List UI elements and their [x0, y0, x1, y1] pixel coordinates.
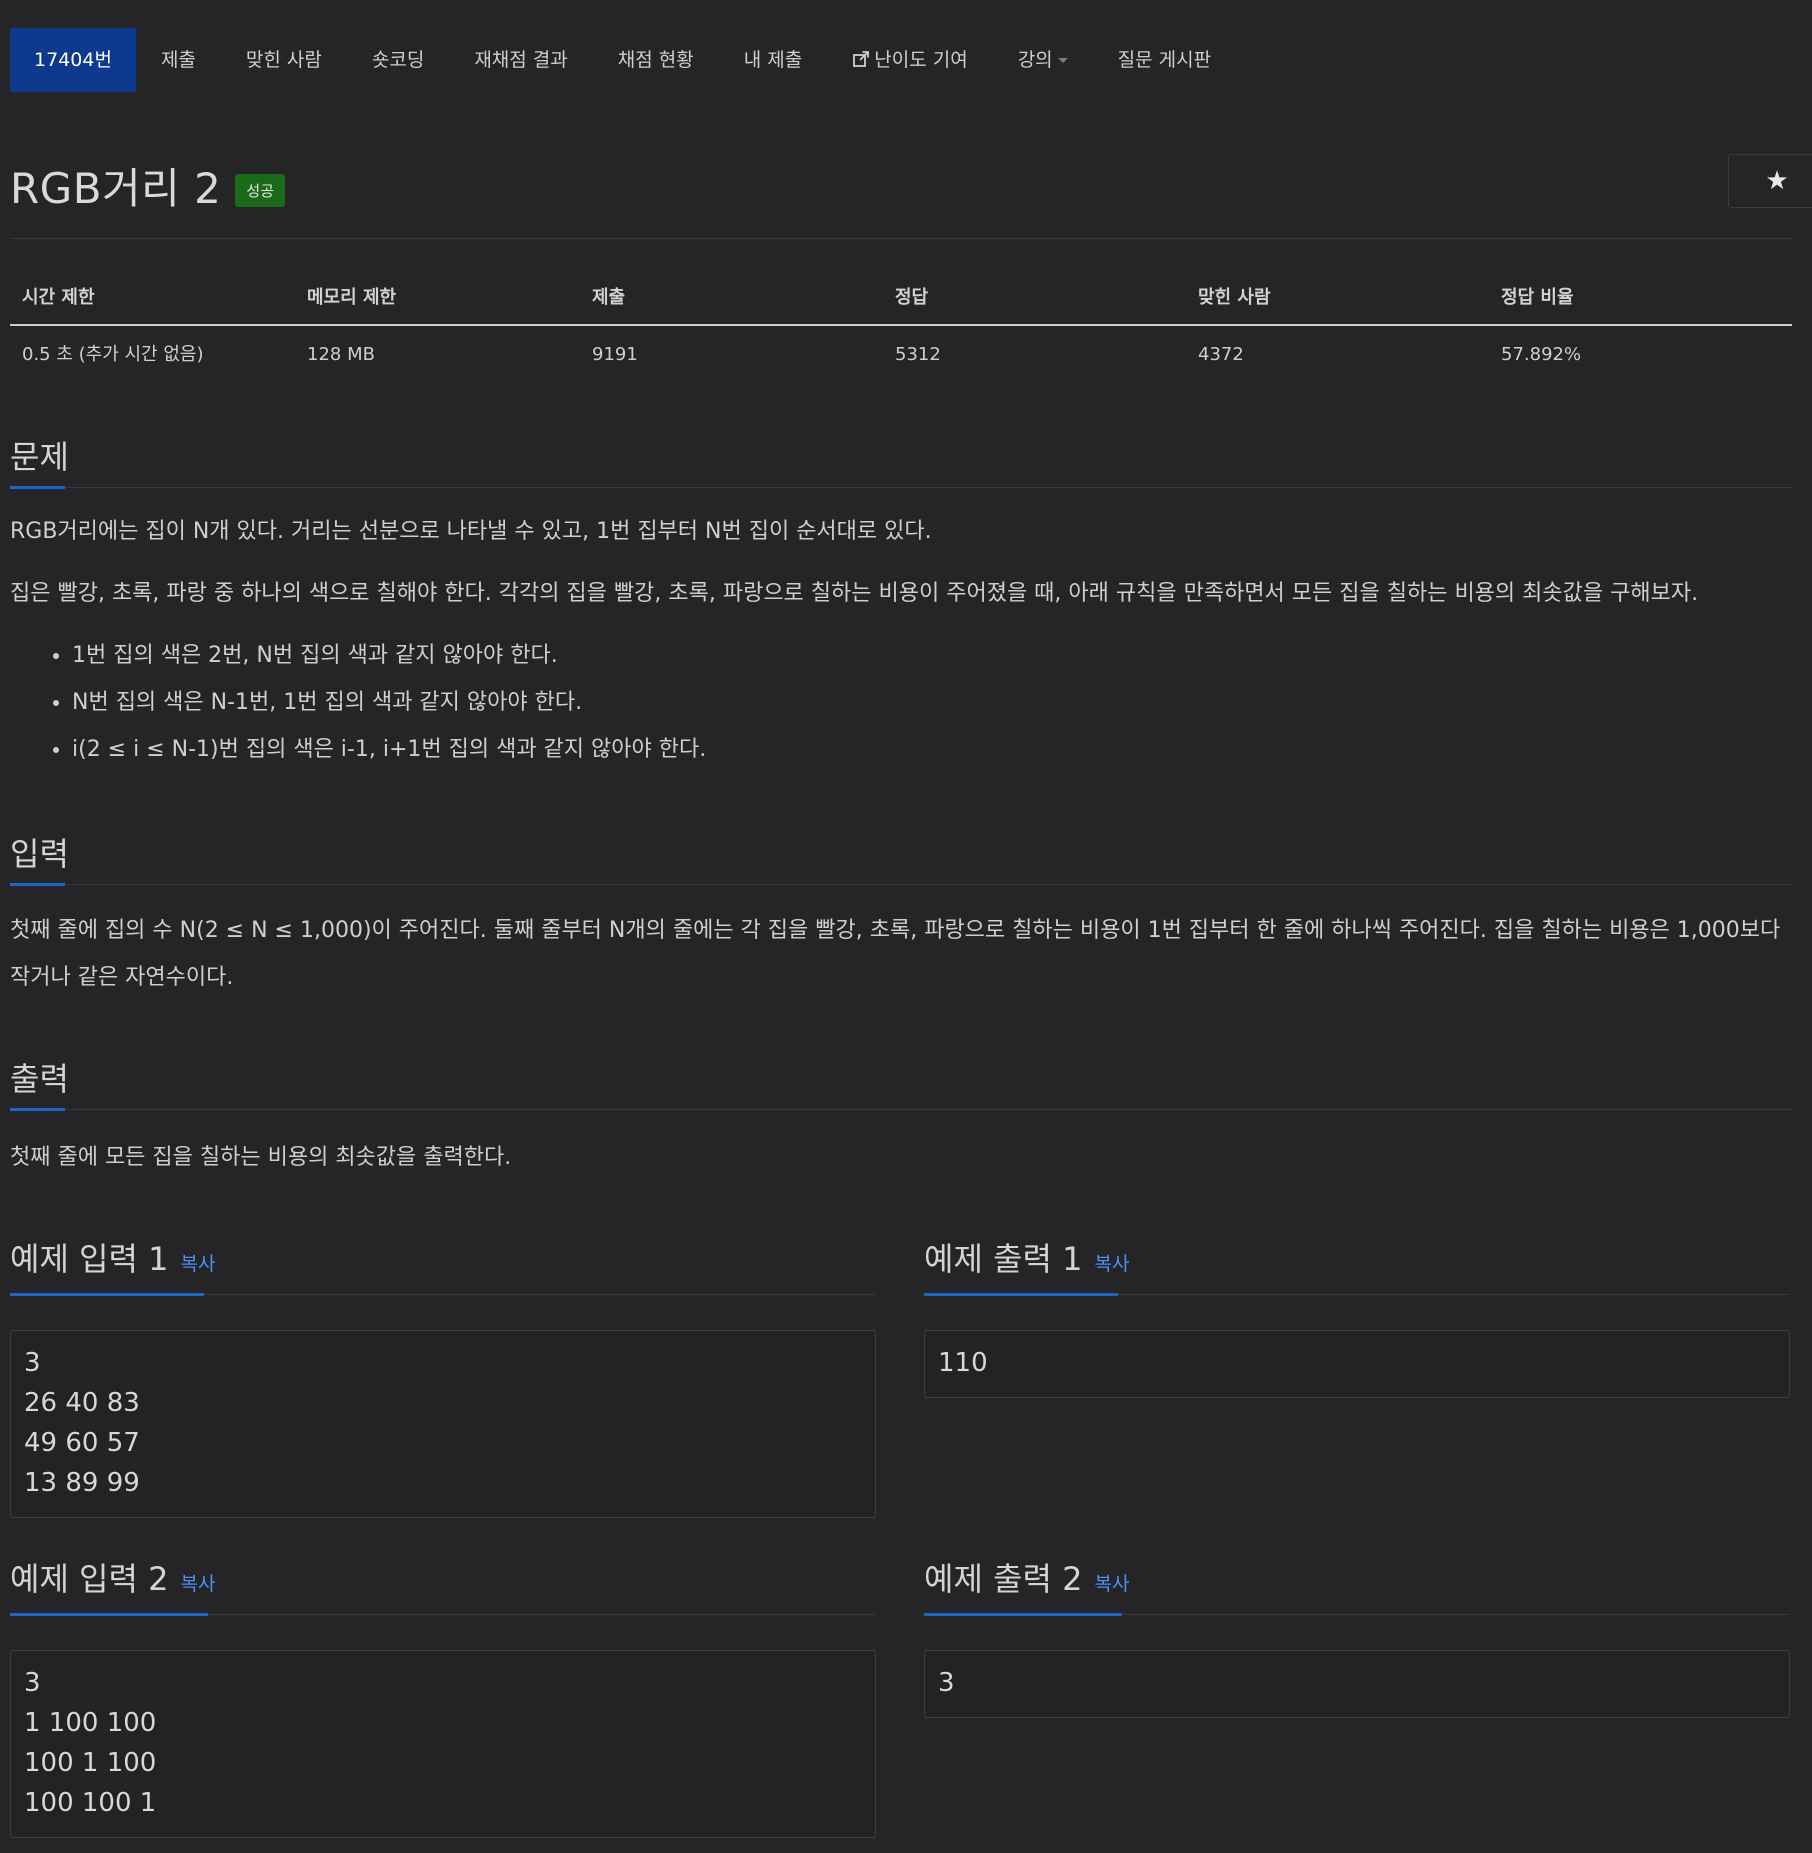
sample-line: 100 1 100	[24, 1748, 157, 1778]
problem-paragraph-1: RGB거리에는 집이 N개 있다. 거리는 선분으로 나타낼 수 있고, 1번 …	[10, 519, 932, 544]
header-accept-ratio: 정답 비율	[1501, 287, 1574, 308]
sample-input-2-box: 3 1 100 100 100 1 100 100 100 1	[10, 1650, 876, 1838]
sample-input-1-box: 3 26 40 83 49 60 57 13 89 99	[10, 1330, 876, 1518]
value-submissions: 9191	[592, 344, 638, 365]
input-description: 첫째 줄에 집의 수 N(2 ≤ N ≤ 1,000)이 주어진다. 둘째 줄부…	[10, 918, 1781, 990]
title-divider	[10, 238, 1792, 239]
star-icon: ★	[1765, 166, 1789, 196]
problem-paragraph-2: 집은 빨강, 초록, 파랑 중 하나의 색으로 칠해야 한다. 각각의 집을 빨…	[10, 581, 1699, 606]
header-accepted: 정답	[895, 287, 929, 308]
tab-short-coding[interactable]: 숏코딩	[347, 28, 449, 92]
value-time-limit: 0.5 초 (추가 시간 없음)	[22, 344, 204, 365]
heading-underline	[10, 1293, 204, 1296]
problem-info-table: 시간 제한 메모리 제한 제출 정답 맞힌 사람 정답 비율 0.5 초 (추가…	[10, 272, 1792, 384]
value-accepted: 5312	[895, 344, 941, 365]
output-description: 첫째 줄에 모든 집을 칠하는 비용의 최솟값을 출력한다.	[10, 1145, 512, 1170]
value-accept-ratio: 57.892%	[1501, 344, 1582, 365]
problem-description: RGB거리에는 집이 N개 있다. 거리는 선분으로 나타낼 수 있고, 1번 …	[10, 508, 1792, 773]
output-section: 출력 첫째 줄에 모든 집을 칠하는 비용의 최솟값을 출력한다.	[10, 1050, 1792, 1181]
problem-title: RGB거리 2	[10, 164, 222, 213]
status-badge: 성공	[235, 174, 286, 207]
list-item: i(2 ≤ i ≤ N-1)번 집의 색은 i-1, i+1번 집의 색과 같지…	[72, 726, 1792, 773]
problem-heading: 문제	[10, 438, 69, 476]
heading-underline	[10, 486, 65, 489]
list-item: N번 집의 색은 N-1번, 1번 집의 색과 같지 않아야 한다.	[72, 679, 1792, 726]
tab-my-submissions[interactable]: 내 제출	[719, 28, 827, 92]
header-submissions: 제출	[592, 287, 626, 308]
list-item: 1번 집의 색은 2번, N번 집의 색과 같지 않아야 한다.	[72, 632, 1792, 679]
heading-divider	[10, 487, 1792, 488]
caret-down-icon	[1057, 58, 1068, 63]
copy-button[interactable]: 복사	[180, 1573, 215, 1595]
problem-title-row: RGB거리 2 성공	[10, 155, 286, 216]
tab-qna-board[interactable]: 질문 게시판	[1093, 28, 1236, 92]
input-heading-bar: 입력	[10, 825, 1792, 886]
tab-lectures-label: 강의	[1017, 49, 1053, 71]
problem-section: 문제 RGB거리에는 집이 N개 있다. 거리는 선분으로 나타낼 수 있고, …	[10, 428, 1792, 773]
heading-underline	[10, 1108, 65, 1111]
sample-line: 110	[938, 1348, 988, 1378]
sample-output-1-title: 예제 출력 1 복사	[924, 1240, 1130, 1278]
tab-difficulty-contribution[interactable]: 난이도 기여	[827, 28, 992, 92]
table-header-row: 시간 제한 메모리 제한 제출 정답 맞힌 사람 정답 비율	[10, 272, 1792, 324]
sample-output-2-title: 예제 출력 2 복사	[924, 1560, 1130, 1598]
tab-solved-users[interactable]: 맞힌 사람	[221, 28, 347, 92]
table-row: 0.5 초 (추가 시간 없음) 128 MB 9191 5312 4372 5…	[10, 326, 1792, 384]
copy-button[interactable]: 복사	[1094, 1253, 1129, 1275]
header-memory-limit: 메모리 제한	[307, 287, 397, 308]
heading-underline	[924, 1613, 1122, 1616]
sample-line: 26 40 83	[24, 1388, 140, 1418]
tab-lectures[interactable]: 강의	[993, 28, 1093, 92]
sample-output-2-box: 3	[924, 1650, 1790, 1718]
heading-underline	[10, 883, 65, 886]
favorite-star-button[interactable]: ★	[1728, 154, 1812, 208]
heading-divider	[10, 884, 1792, 885]
sample-line: 13 89 99	[24, 1468, 140, 1498]
sample-line: 3	[24, 1348, 41, 1378]
copy-button[interactable]: 복사	[1094, 1573, 1129, 1595]
tab-submit[interactable]: 제출	[136, 28, 221, 92]
sample-line: 3	[24, 1668, 41, 1698]
heading-divider	[10, 1109, 1792, 1110]
tab-difficulty-label: 난이도 기여	[874, 49, 968, 71]
input-section: 입력 첫째 줄에 집의 수 N(2 ≤ N ≤ 1,000)이 주어진다. 둘째…	[10, 825, 1792, 1001]
problem-heading-bar: 문제	[10, 428, 1792, 489]
heading-underline	[10, 1613, 208, 1616]
header-time-limit: 시간 제한	[22, 287, 95, 308]
sample-line: 1 100 100	[24, 1708, 157, 1738]
external-link-icon	[853, 51, 870, 67]
input-heading: 입력	[10, 835, 69, 873]
tab-problem-number[interactable]: 17404번	[10, 28, 136, 92]
output-heading: 출력	[10, 1060, 69, 1098]
sample-line: 3	[938, 1668, 955, 1698]
sample-line: 49 60 57	[24, 1428, 140, 1458]
problem-nav: 17404번 제출 맞힌 사람 숏코딩 재채점 결과 채점 현황 내 제출 난이…	[10, 28, 1236, 92]
tab-rejudge-result[interactable]: 재채점 결과	[449, 28, 592, 92]
rules-list: 1번 집의 색은 2번, N번 집의 색과 같지 않아야 한다. N번 집의 색…	[10, 632, 1792, 773]
sample-input-2-title: 예제 입력 2 복사	[10, 1560, 216, 1598]
sample-output-1-box: 110	[924, 1330, 1790, 1398]
heading-underline	[924, 1293, 1118, 1296]
tab-judge-status[interactable]: 채점 현황	[593, 28, 719, 92]
copy-button[interactable]: 복사	[180, 1253, 215, 1275]
value-memory-limit: 128 MB	[307, 344, 375, 365]
problem-page: 17404번 제출 맞힌 사람 숏코딩 재채점 결과 채점 현황 내 제출 난이…	[0, 0, 1812, 1853]
header-solved-users: 맞힌 사람	[1198, 287, 1271, 308]
sample-line: 100 100 1	[24, 1788, 157, 1818]
sample-input-1-title: 예제 입력 1 복사	[10, 1240, 216, 1278]
output-heading-bar: 출력	[10, 1050, 1792, 1111]
value-solved-users: 4372	[1198, 344, 1244, 365]
